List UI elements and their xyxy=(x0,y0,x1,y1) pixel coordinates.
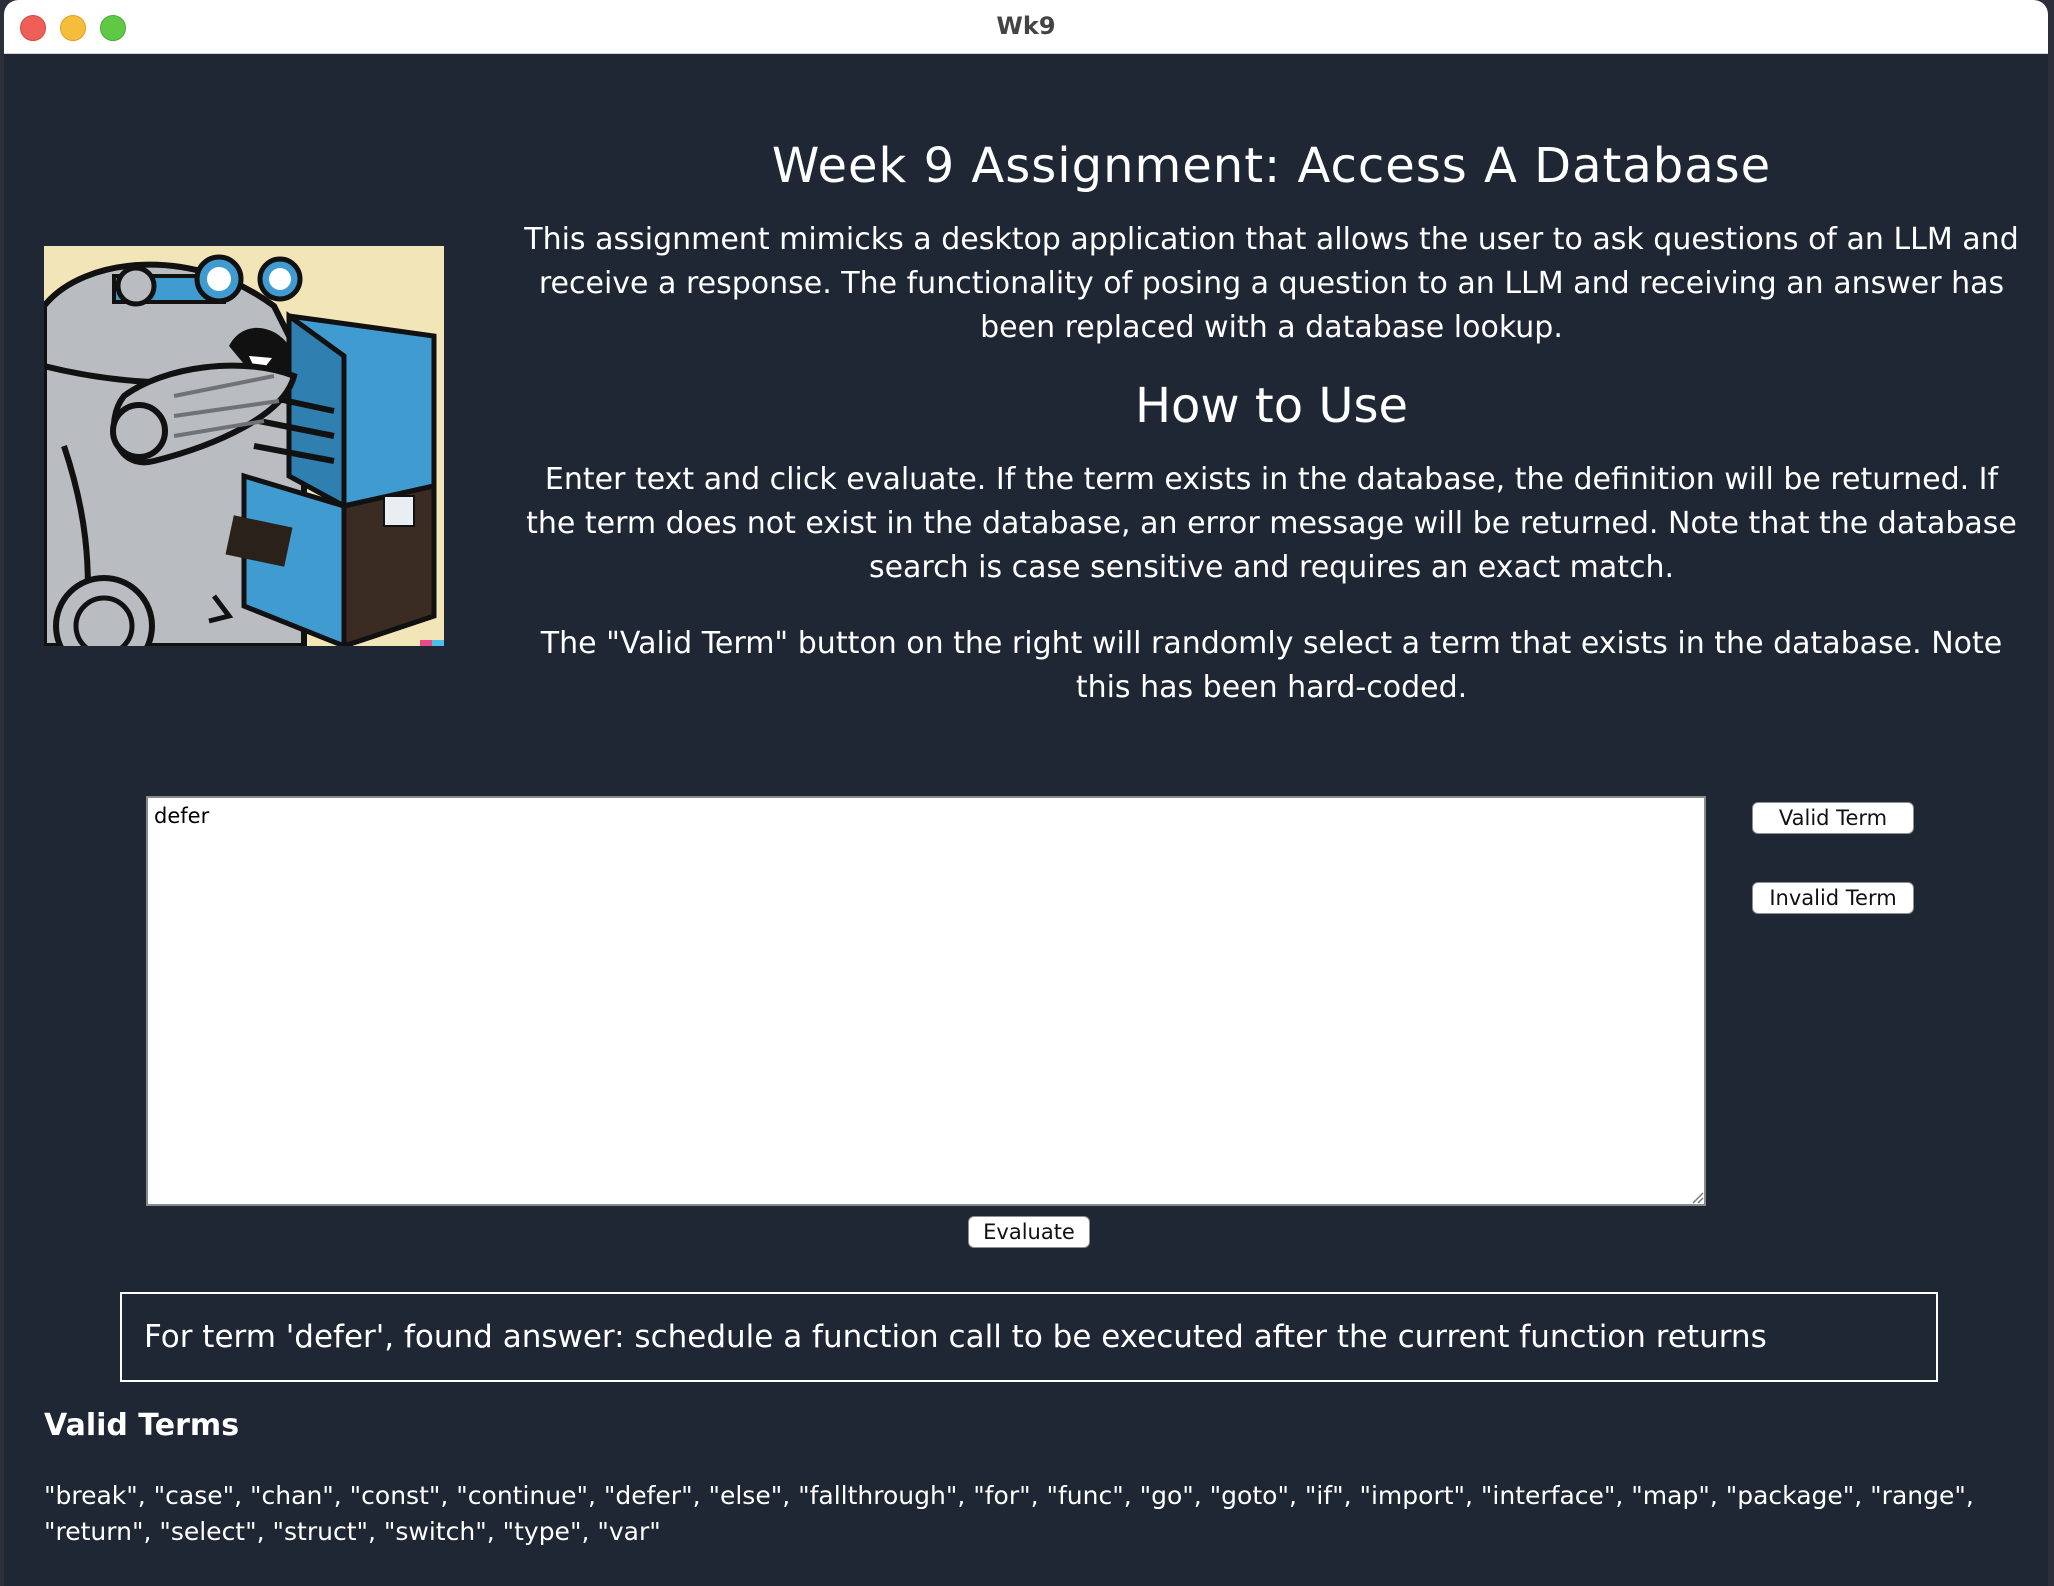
term-input[interactable] xyxy=(146,796,1706,1206)
valid-terms-heading: Valid Terms xyxy=(44,1408,240,1443)
result-output: For term 'defer', found answer: schedule… xyxy=(120,1292,1938,1382)
how-to-use-heading: How to Use xyxy=(1134,378,1409,434)
valid-terms-list: "break", "case", "chan", "const", "conti… xyxy=(44,1481,1974,1546)
valid-term-note: The "Valid Term" button on the right wil… xyxy=(540,626,2003,705)
valid-term-button[interactable]: Valid Term xyxy=(1752,802,1914,834)
page-title: Week 9 Assignment: Access A Database xyxy=(771,138,1772,194)
app-window: Wk9 Week 9 Assignment: Access A Database… xyxy=(4,0,2048,1586)
main-content: Week 9 Assignment: Access A Database Thi… xyxy=(4,54,2048,1586)
how-to-instructions: Enter text and click evaluate. If the te… xyxy=(526,462,2017,585)
evaluate-button[interactable]: Evaluate xyxy=(968,1216,1090,1248)
assignment-description: This assignment mimicks a desktop applic… xyxy=(524,222,2019,345)
gopher-database-logo xyxy=(44,246,444,646)
title-bar: Wk9 xyxy=(4,0,2048,54)
invalid-term-button[interactable]: Invalid Term xyxy=(1752,882,1914,914)
intro-section: Week 9 Assignment: Access A Database Thi… xyxy=(524,130,2019,710)
window-title: Wk9 xyxy=(996,12,1056,40)
resize-grip-icon[interactable] xyxy=(1690,1190,1704,1204)
